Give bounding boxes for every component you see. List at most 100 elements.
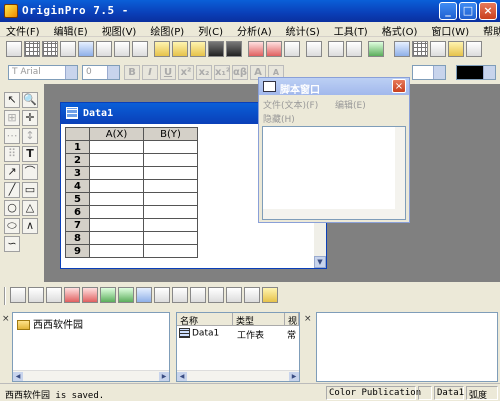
new-excel-icon[interactable] (42, 41, 58, 57)
explorer-close-icon[interactable]: × (2, 314, 10, 324)
cell[interactable] (143, 192, 198, 206)
cell[interactable] (143, 140, 198, 154)
ternary-plot-icon[interactable] (172, 287, 188, 303)
script-window[interactable]: 脚本窗口 × 文件(文本)(F) 编辑(E) 隐藏(H) (258, 77, 410, 223)
open-template-icon[interactable] (172, 41, 188, 57)
rectangle-tool-icon[interactable]: ▭ (22, 182, 38, 198)
new-matrix-icon[interactable] (78, 41, 94, 57)
script-close-button[interactable]: × (392, 79, 406, 93)
scatter-plot-icon[interactable] (28, 287, 44, 303)
zoom-tool-icon[interactable]: 🔍 (22, 92, 38, 108)
worksheet-grid[interactable]: A(X) B(Y) 1 2 3 4 5 6 7 8 9 (65, 127, 198, 258)
cell[interactable] (143, 166, 198, 180)
cell[interactable] (143, 244, 198, 258)
scroll-right-icon[interactable]: ▶ (289, 372, 299, 381)
row-header[interactable]: 3 (65, 166, 90, 180)
new-layout-icon[interactable] (114, 41, 130, 57)
cell[interactable] (143, 205, 198, 219)
screen-reader-icon[interactable]: ✛ (22, 110, 38, 126)
import-ascii-icon[interactable] (248, 41, 264, 57)
cell[interactable] (89, 205, 144, 219)
script-menu-hide[interactable]: 隐藏(H) (263, 112, 295, 125)
cell[interactable] (89, 153, 144, 167)
folder-tree[interactable]: 西西软件园 ◀ ▶ (12, 312, 170, 382)
save-project-icon[interactable] (208, 41, 224, 57)
folder-item[interactable]: 西西软件园 (17, 316, 83, 331)
refresh-icon[interactable] (328, 41, 344, 57)
data-reader-icon[interactable]: ⋯ (4, 128, 20, 144)
region-tool-icon[interactable]: ⬭ (4, 218, 20, 234)
cell[interactable] (89, 231, 144, 245)
menu-statistics[interactable]: 统计(S) (286, 22, 320, 38)
results-close-icon[interactable]: × (304, 314, 312, 324)
script-text-area[interactable] (262, 126, 406, 220)
list-hscroll[interactable]: ◀ ▶ (177, 370, 299, 381)
new-project-icon[interactable] (6, 41, 22, 57)
surface-plot-icon[interactable] (136, 287, 152, 303)
bar-plot-icon[interactable] (82, 287, 98, 303)
results-log-pane[interactable] (316, 312, 498, 382)
menu-view[interactable]: 视图(V) (102, 22, 137, 38)
new-graph-icon[interactable] (60, 41, 76, 57)
menu-column[interactable]: 列(C) (198, 22, 223, 38)
corner-cell[interactable] (65, 127, 90, 141)
add-new-columns-icon[interactable] (466, 41, 482, 57)
template-library-icon[interactable] (262, 287, 278, 303)
cell[interactable] (143, 218, 198, 232)
column-header-b[interactable]: B(Y) (143, 127, 198, 141)
draw-data-icon[interactable]: ⠿ (4, 146, 20, 162)
script-vscroll[interactable] (395, 127, 405, 219)
column-header-a[interactable]: A(X) (89, 127, 144, 141)
waterfall-plot-icon[interactable] (208, 287, 224, 303)
line-plot-icon[interactable] (10, 287, 26, 303)
menu-plot[interactable]: 绘图(P) (150, 22, 184, 38)
column-header-type[interactable]: 类型 (233, 313, 285, 327)
menu-analysis[interactable]: 分析(A) (237, 22, 272, 38)
open-excel-icon[interactable] (190, 41, 206, 57)
vector-plot-icon[interactable] (226, 287, 242, 303)
import-wizard-icon[interactable] (284, 41, 300, 57)
maximize-button[interactable]: □ (459, 2, 477, 20)
column-header-name[interactable]: 名称 (177, 313, 233, 327)
row-header[interactable]: 9 (65, 244, 90, 258)
menu-help[interactable]: 帮助(H) (483, 22, 500, 38)
row-header[interactable]: 4 (65, 179, 90, 193)
data-selector-icon[interactable]: ↕ (22, 128, 38, 144)
file-list[interactable]: 名称 类型 视 Data1 工作表 常 ◀ ▶ (176, 312, 300, 382)
polar-plot-icon[interactable] (154, 287, 170, 303)
cell[interactable] (89, 218, 144, 232)
scroll-left-icon[interactable]: ◀ (177, 372, 187, 381)
box-chart-icon[interactable] (244, 287, 260, 303)
cell[interactable] (89, 140, 144, 154)
menu-format[interactable]: 格式(O) (382, 22, 418, 38)
new-function-icon[interactable] (96, 41, 112, 57)
cell[interactable] (89, 192, 144, 206)
scale-tool-icon[interactable]: ⊞ (4, 110, 20, 126)
save-template-icon[interactable] (226, 41, 242, 57)
menu-edit[interactable]: 编辑(E) (54, 22, 88, 38)
font-name-combo[interactable]: T Arial (8, 65, 78, 80)
cell[interactable] (89, 244, 144, 258)
line-symbol-plot-icon[interactable] (46, 287, 62, 303)
cell[interactable] (143, 179, 198, 193)
subscript-button[interactable]: x₂ (196, 65, 212, 80)
text-tool-icon[interactable]: T (22, 146, 38, 162)
font-size-combo[interactable]: 0 (82, 65, 120, 80)
polyline-tool-icon[interactable]: ∧ (22, 218, 38, 234)
freehand-tool-icon[interactable]: ∽ (4, 236, 20, 252)
greek-button[interactable]: αβ (232, 65, 248, 80)
menu-window[interactable]: 窗口(W) (431, 22, 469, 38)
tree-hscroll[interactable]: ◀ ▶ (13, 370, 169, 381)
scroll-left-icon[interactable]: ◀ (13, 372, 23, 381)
list-item[interactable]: Data1 (179, 328, 219, 339)
close-button[interactable]: × (479, 2, 497, 20)
row-header[interactable]: 2 (65, 153, 90, 167)
row-header[interactable]: 7 (65, 218, 90, 232)
arrow-tool-icon[interactable]: ↗ (4, 164, 20, 180)
smith-chart-icon[interactable] (190, 287, 206, 303)
print-icon[interactable] (306, 41, 322, 57)
duplicate-icon[interactable] (346, 41, 362, 57)
pointer-tool-icon[interactable]: ↖ (4, 92, 20, 108)
italic-button[interactable]: I (142, 65, 158, 80)
row-header[interactable]: 6 (65, 205, 90, 219)
